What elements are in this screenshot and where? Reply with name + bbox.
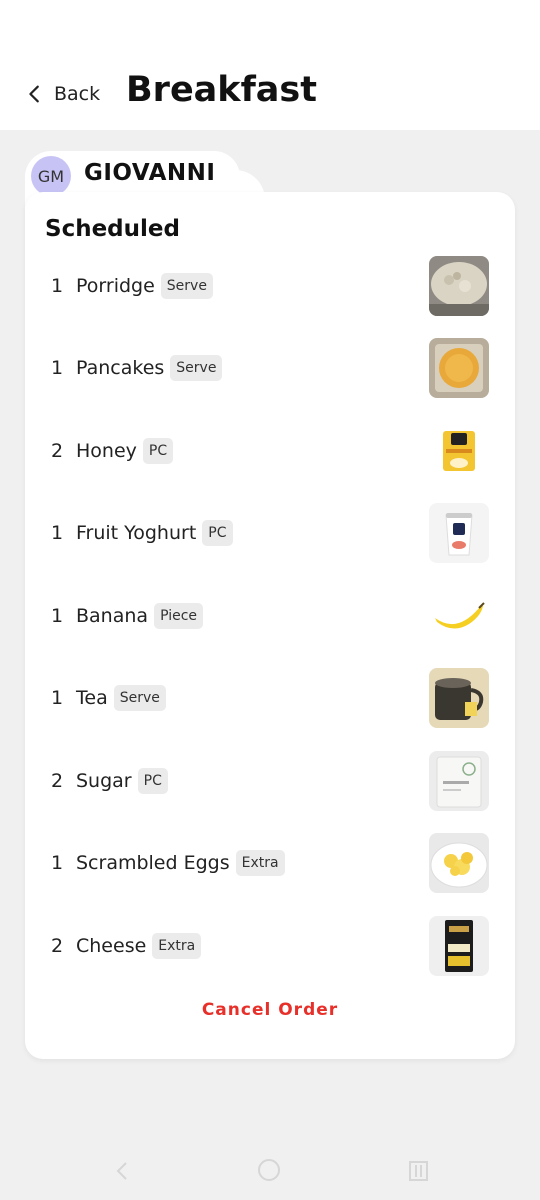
unit-badge: Extra [152, 933, 202, 959]
unit-badge: PC [202, 520, 233, 546]
unit-badge: Serve [170, 355, 223, 381]
cheese-image [429, 916, 489, 976]
item-quantity: 1 [51, 357, 64, 379]
item-name: Fruit Yoghurt [76, 522, 197, 544]
item-quantity: 1 [51, 605, 64, 627]
unit-badge: Serve [160, 273, 213, 299]
list-item[interactable]: 2 Honey PC [25, 420, 515, 482]
scrambled-eggs-image [429, 833, 489, 893]
back-label: Back [54, 83, 101, 105]
list-item[interactable]: 2 Cheese Extra [25, 915, 515, 977]
back-button[interactable]: Back [24, 78, 100, 110]
nav-back-icon[interactable] [112, 1160, 134, 1182]
yoghurt-image [429, 503, 489, 563]
nav-home-icon[interactable] [258, 1159, 280, 1181]
list-item[interactable]: 1 Banana Piece [25, 585, 515, 647]
item-name: Cheese [76, 935, 147, 957]
nav-recents-icon[interactable] [408, 1161, 430, 1181]
list-item[interactable]: 1 Scrambled Eggs Extra [25, 832, 515, 894]
resident-name: GIOVANNI [84, 160, 216, 186]
porridge-image [429, 256, 489, 316]
item-quantity: 1 [51, 687, 64, 709]
item-name: Banana [76, 605, 149, 627]
item-name: Pancakes [76, 357, 165, 379]
item-name: Honey [76, 440, 137, 462]
chevron-left-icon [29, 85, 39, 103]
list-item[interactable]: 2 Sugar PC [25, 750, 515, 812]
app-header: Back Breakfast [0, 0, 540, 130]
list-item[interactable]: 1 Fruit Yoghurt PC [25, 502, 515, 564]
cancel-order-button[interactable]: Cancel Order [25, 1000, 515, 1020]
item-name: Porridge [76, 275, 155, 297]
banana-image [429, 586, 489, 646]
item-quantity: 1 [51, 852, 64, 874]
page-title: Breakfast [126, 70, 317, 110]
avatar: GM [31, 156, 71, 196]
item-quantity: 1 [51, 522, 64, 544]
section-title: Scheduled [45, 216, 180, 242]
pancakes-image [429, 338, 489, 398]
list-item[interactable]: 1 Pancakes Serve [25, 337, 515, 399]
item-quantity: 2 [51, 935, 64, 957]
unit-badge: Serve [113, 685, 166, 711]
unit-badge: Piece [154, 603, 204, 629]
item-quantity: 2 [51, 770, 64, 792]
list-item[interactable]: 1 Porridge Serve [25, 255, 515, 317]
item-name: Scrambled Eggs [76, 852, 230, 874]
system-navigation-bar [0, 1140, 540, 1200]
order-card: Scheduled 1 Porridge Serve 1 Pancakes Serv… [25, 192, 515, 1059]
item-quantity: 2 [51, 440, 64, 462]
unit-badge: PC [137, 768, 168, 794]
list-item[interactable]: 1 Tea Serve [25, 667, 515, 729]
sugar-image [429, 751, 489, 811]
item-quantity: 1 [51, 275, 64, 297]
item-name: Sugar [76, 770, 132, 792]
tea-image [429, 668, 489, 728]
honey-image [429, 421, 489, 481]
unit-badge: PC [142, 438, 174, 464]
unit-badge: Extra [235, 850, 285, 876]
item-name: Tea [76, 687, 108, 709]
